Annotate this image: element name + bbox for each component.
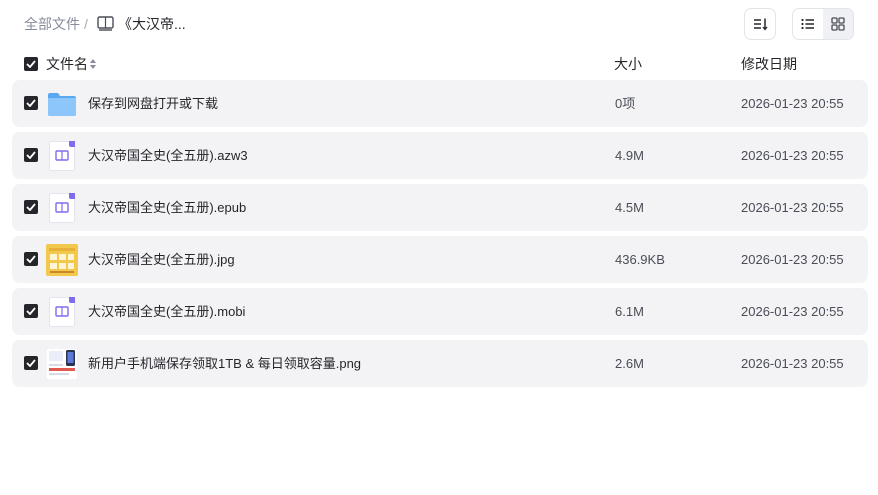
check-icon xyxy=(26,359,36,367)
column-header: 文件名 大小 修改日期 xyxy=(0,50,878,78)
file-size: 436.9KB xyxy=(615,252,665,267)
row-checkbox[interactable] xyxy=(24,356,38,370)
breadcrumb-current: 《大汉帝... xyxy=(118,16,186,32)
breadcrumb-root[interactable]: 全部文件 xyxy=(24,15,80,33)
file-name[interactable]: 大汉帝国全史(全五册).epub xyxy=(88,200,246,216)
file-date: 2026-01-23 20:55 xyxy=(741,96,844,111)
file-date: 2026-01-23 20:55 xyxy=(741,200,844,215)
sort-button[interactable] xyxy=(744,8,776,40)
file-size: 4.9M xyxy=(615,148,644,163)
image-thumbnail xyxy=(46,348,78,380)
row-checkbox[interactable] xyxy=(24,200,38,214)
book-icon xyxy=(55,306,69,317)
row-checkbox[interactable] xyxy=(24,304,38,318)
file-date: 2026-01-23 20:55 xyxy=(741,304,844,319)
file-date: 2026-01-23 20:55 xyxy=(741,148,844,163)
ebook-file-icon xyxy=(46,140,78,172)
file-name[interactable]: 保存到网盘打开或下载 xyxy=(88,96,218,112)
select-all-checkbox[interactable] xyxy=(24,57,38,71)
check-icon xyxy=(26,99,36,107)
folder-icon xyxy=(48,93,76,116)
image-thumbnail xyxy=(46,244,78,276)
file-list: 保存到网盘打开或下载 0项 2026-01-23 20:55 大汉帝国全史(全五… xyxy=(12,80,868,392)
file-name[interactable]: 大汉帝国全史(全五册).jpg xyxy=(88,252,235,268)
top-bar: 全部文件 / 《大汉帝... xyxy=(0,0,878,48)
view-toggle xyxy=(792,8,854,40)
file-row[interactable]: 大汉帝国全史(全五册).jpg 436.9KB 2026-01-23 20:55 xyxy=(12,236,868,283)
book-icon xyxy=(97,16,114,31)
sort-icon xyxy=(754,18,768,31)
row-checkbox[interactable] xyxy=(24,96,38,110)
list-view-button[interactable] xyxy=(793,9,823,39)
file-size: 2.6M xyxy=(615,356,644,371)
breadcrumb-separator: / xyxy=(84,16,88,32)
sort-caret-icon[interactable] xyxy=(89,57,97,71)
column-date-header[interactable]: 修改日期 xyxy=(741,56,797,72)
file-name[interactable]: 大汉帝国全史(全五册).mobi xyxy=(88,304,245,320)
file-size: 6.1M xyxy=(615,304,644,319)
check-icon xyxy=(26,255,36,263)
check-icon xyxy=(26,60,36,68)
check-icon xyxy=(26,203,36,211)
grid-view-button[interactable] xyxy=(823,9,853,39)
file-row[interactable]: 大汉帝国全史(全五册).mobi 6.1M 2026-01-23 20:55 xyxy=(12,288,868,335)
grid-view-icon xyxy=(831,17,845,31)
column-name-header[interactable]: 文件名 xyxy=(46,56,88,72)
file-date: 2026-01-23 20:55 xyxy=(741,252,844,267)
list-view-icon xyxy=(801,18,814,30)
row-checkbox[interactable] xyxy=(24,252,38,266)
file-row[interactable]: 大汉帝国全史(全五册).azw3 4.9M 2026-01-23 20:55 xyxy=(12,132,868,179)
check-icon xyxy=(26,307,36,315)
file-size: 4.5M xyxy=(615,200,644,215)
book-icon xyxy=(55,202,69,213)
row-checkbox[interactable] xyxy=(24,148,38,162)
file-row[interactable]: 新用户手机端保存领取1TB & 每日领取容量.png 2.6M 2026-01-… xyxy=(12,340,868,387)
file-name[interactable]: 新用户手机端保存领取1TB & 每日领取容量.png xyxy=(88,356,361,372)
file-name[interactable]: 大汉帝国全史(全五册).azw3 xyxy=(88,148,248,164)
book-icon xyxy=(55,150,69,161)
file-date: 2026-01-23 20:55 xyxy=(741,356,844,371)
file-row[interactable]: 保存到网盘打开或下载 0项 2026-01-23 20:55 xyxy=(12,80,868,127)
file-row[interactable]: 大汉帝国全史(全五册).epub 4.5M 2026-01-23 20:55 xyxy=(12,184,868,231)
check-icon xyxy=(26,151,36,159)
ebook-file-icon xyxy=(46,296,78,328)
ebook-file-icon xyxy=(46,192,78,224)
file-size: 0项 xyxy=(615,96,636,111)
column-size-header[interactable]: 大小 xyxy=(614,56,642,72)
